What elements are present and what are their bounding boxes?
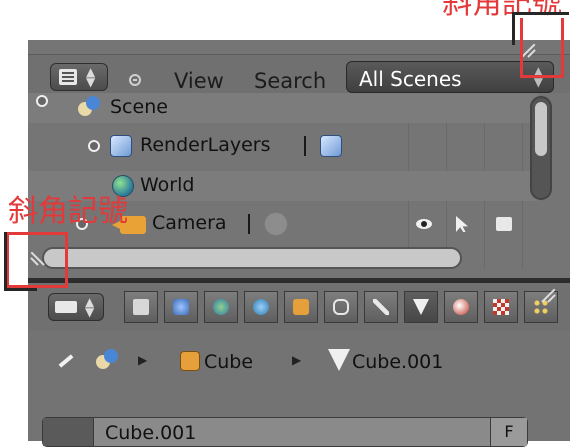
menu-view[interactable]: View [174, 69, 224, 93]
breadcrumb: ▶ Cube ▶ Cube.001 [52, 345, 570, 375]
tab-world[interactable] [244, 291, 278, 323]
material-icon [453, 299, 469, 315]
bracket-bottom [4, 232, 37, 291]
breadcrumb-mesh: Cube.001 [352, 351, 444, 373]
expand-toggle-icon[interactable] [36, 95, 48, 107]
tree-label: RenderLayers [140, 134, 271, 156]
world-icon [253, 299, 269, 315]
properties-context-tabs [124, 291, 570, 323]
mesh-datablock-field[interactable]: Cube.001 F [42, 417, 528, 447]
separator [304, 136, 306, 156]
texture-icon [493, 299, 509, 315]
bracket-top [512, 12, 569, 45]
scene-icon [213, 299, 229, 315]
editor-type-button[interactable]: ▲ ▼ [48, 293, 104, 321]
area-corner-marker[interactable] [538, 283, 558, 303]
render-layer-icon[interactable] [320, 135, 342, 157]
visibility-eye-icon[interactable] [416, 219, 432, 229]
tab-constraints[interactable] [324, 291, 358, 323]
breadcrumb-arrow-icon: ▶ [292, 353, 302, 367]
horizontal-scrollbar[interactable] [42, 247, 462, 269]
tab-mesh-data[interactable] [404, 291, 438, 323]
outliner-tree: Scene RenderLayers World Camera [28, 93, 570, 271]
outliner-header: ▲ ▼ View Search All Scenes ▲ ▼ [28, 54, 570, 93]
properties-icon [55, 301, 77, 313]
outliner-icon [59, 69, 77, 85]
wrench-icon [373, 299, 389, 315]
render-layers-icon [173, 299, 189, 315]
menu-search[interactable]: Search [254, 69, 326, 93]
tab-modifiers[interactable] [364, 291, 398, 323]
updown-arrows-icon: ▲ ▼ [85, 295, 95, 319]
tree-label: Camera [152, 212, 227, 234]
object-cube-icon [180, 351, 200, 371]
expand-toggle-icon[interactable] [88, 140, 100, 152]
properties-header: ▲ ▼ [28, 283, 570, 331]
display-mode-value: All Scenes [359, 67, 462, 91]
tab-object[interactable] [284, 291, 318, 323]
scene-icon [78, 96, 100, 118]
outliner-panel: ▲ ▼ View Search All Scenes ▲ ▼ Scene Ren… [28, 40, 570, 278]
selectability-cursor-icon[interactable] [456, 216, 468, 232]
mesh-data-icon [413, 299, 429, 315]
updown-arrows-icon: ▲ ▼ [86, 65, 96, 89]
mesh-browse-button[interactable] [43, 418, 94, 446]
tab-render-layers[interactable] [164, 291, 198, 323]
breadcrumb-object: Cube [204, 351, 254, 373]
render-icon [133, 299, 149, 315]
vertical-scrollbar[interactable] [530, 96, 552, 200]
renderability-camera-icon[interactable] [496, 217, 512, 231]
corner-marker-annotation: 斜角記號 [8, 194, 128, 229]
pin-icon[interactable] [56, 351, 74, 369]
fake-user-button[interactable]: F [490, 418, 527, 446]
tree-label: Scene [110, 96, 168, 118]
breadcrumb-arrow-icon: ▶ [138, 353, 148, 367]
tree-row-renderlayers[interactable]: RenderLayers [28, 131, 538, 161]
constraint-link-icon [333, 299, 349, 315]
tab-scene[interactable] [204, 291, 238, 323]
vertical-scrollbar-thumb[interactable] [535, 102, 547, 156]
camera-data-icon[interactable] [264, 212, 288, 236]
collapse-menus-icon[interactable] [129, 74, 141, 86]
tree-label: World [140, 174, 195, 196]
editor-type-button[interactable]: ▲ ▼ [50, 63, 108, 91]
tab-material[interactable] [444, 291, 478, 323]
tree-row-scene[interactable]: Scene [28, 93, 538, 123]
tab-render[interactable] [124, 291, 158, 323]
blender-window: ▲ ▼ View Search All Scenes ▲ ▼ Scene Ren… [28, 40, 570, 447]
render-layers-icon [110, 135, 132, 157]
mesh-data-icon [328, 349, 350, 371]
scene-icon [96, 349, 118, 371]
object-cube-icon [293, 299, 309, 315]
separator [248, 214, 250, 234]
tab-texture[interactable] [484, 291, 518, 323]
properties-panel: ▶ Cube ▶ Cube.001 Cube.001 F [28, 331, 570, 447]
